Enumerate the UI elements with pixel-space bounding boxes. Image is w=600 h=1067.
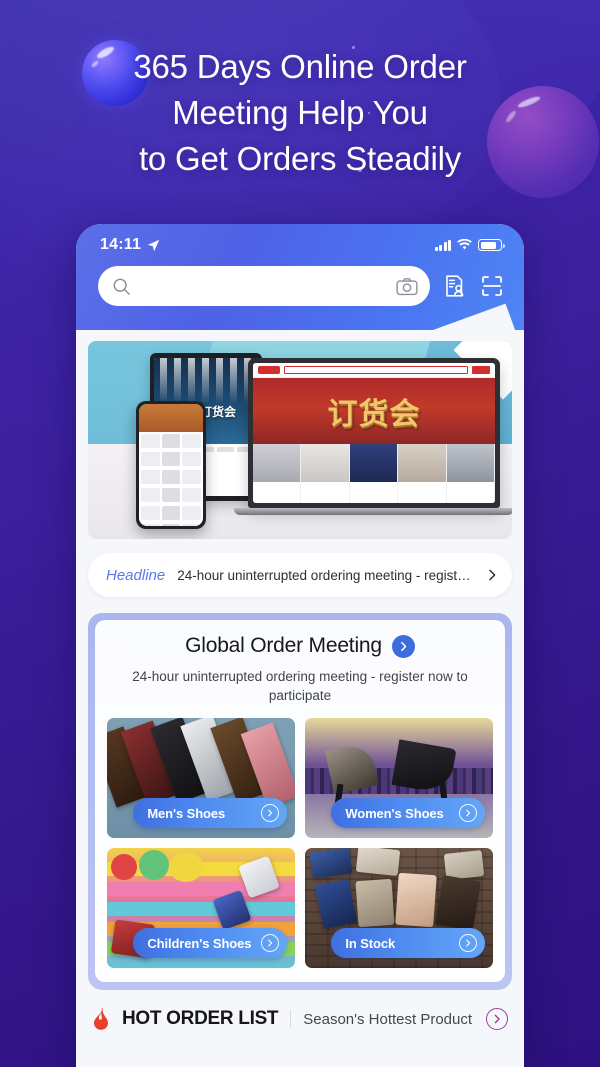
hero-banner[interactable]: 女鞋订货会 订货会: [88, 341, 512, 539]
global-order-meeting-section: Global Order Meeting 24-hour uninterrupt…: [88, 613, 512, 990]
category-label: In Stock: [345, 935, 396, 951]
signal-bars-icon: [434, 239, 451, 251]
hero-laptop-device: 订货会: [234, 358, 512, 515]
category-pill-mens-shoes[interactable]: Men's Shoes: [133, 798, 288, 828]
status-bar: 14:11: [76, 224, 524, 254]
headline-news-strip[interactable]: Headline 24-hour uninterrupted ordering …: [88, 553, 512, 597]
category-card-in-stock[interactable]: In Stock: [305, 848, 493, 968]
global-order-meeting-title: Global Order Meeting: [185, 634, 382, 657]
global-order-meeting-subtitle: 24-hour uninterrupted ordering meeting -…: [132, 669, 468, 703]
camera-icon[interactable]: [396, 277, 418, 296]
category-card-mens-shoes[interactable]: Men's Shoes: [107, 718, 295, 838]
category-pill-womens-shoes[interactable]: Women's Shoes: [331, 798, 486, 828]
headline-line-3: to Get Orders Steadily: [138, 140, 462, 177]
chevron-right-circle-icon[interactable]: [486, 1008, 508, 1030]
category-pill-childrens-shoes[interactable]: Children's Shoes: [133, 928, 288, 958]
status-time-group: 14:11: [100, 236, 160, 254]
scan-code-icon[interactable]: [480, 274, 504, 298]
headline-line-1: 365 Days Online Order: [133, 48, 467, 85]
category-card-childrens-shoes[interactable]: Children's Shoes: [107, 848, 295, 968]
hero-phone-device: [136, 401, 206, 529]
hero-laptop-headline: 订货会: [327, 397, 421, 432]
category-label: Women's Shoes: [345, 805, 444, 821]
category-pill-in-stock[interactable]: In Stock: [331, 928, 486, 958]
category-label: Children's Shoes: [147, 935, 252, 951]
contact-card-icon[interactable]: [443, 274, 467, 298]
wifi-icon: [457, 239, 472, 250]
headline-tag-label: Headline: [106, 566, 166, 584]
chevron-right-circle-icon[interactable]: [261, 934, 280, 952]
search-input[interactable]: [139, 278, 396, 294]
flame-icon: [94, 1008, 108, 1030]
status-icons-group: [434, 239, 505, 251]
chevron-right-circle-icon[interactable]: [391, 634, 415, 658]
location-arrow-icon: [147, 239, 160, 251]
divider: [290, 1010, 292, 1028]
global-order-meeting-title-row[interactable]: Global Order Meeting: [107, 634, 493, 658]
battery-icon: [478, 239, 505, 251]
phone-header: 14:11: [76, 224, 524, 330]
headline-line-2: Meeting Help You: [172, 94, 428, 131]
chevron-right-circle-icon[interactable]: [459, 934, 478, 952]
hot-order-list-subtitle: Season's Hottest Product: [303, 1010, 473, 1028]
search-icon: [113, 278, 130, 295]
status-time: 14:11: [100, 236, 142, 253]
category-card-womens-shoes[interactable]: Women's Shoes: [305, 718, 493, 838]
promo-page: 365 Days Online Order Meeting Help You t…: [0, 0, 600, 1067]
search-row: [76, 254, 524, 306]
page-headline: 365 Days Online Order Meeting Help You t…: [0, 44, 600, 182]
phone-mockup: 14:11 订货会 Headline 24-hour uninterrupted…: [76, 224, 524, 1067]
chevron-right-icon[interactable]: [486, 569, 498, 581]
chevron-right-circle-icon[interactable]: [261, 804, 280, 822]
category-label: Men's Shoes: [147, 805, 226, 821]
headline-news-text: 24-hour uninterrupted ordering meeting -…: [177, 567, 474, 583]
global-order-meeting-card: Global Order Meeting 24-hour uninterrupt…: [95, 620, 505, 982]
chevron-right-circle-icon[interactable]: [459, 804, 478, 822]
hot-order-list-header[interactable]: HOT ORDER LIST Season's Hottest Product: [76, 1008, 524, 1030]
category-card-grid: Men's Shoes Women's Shoes Children's Sho…: [107, 718, 493, 968]
hot-order-list-title: HOT ORDER LIST: [122, 1008, 279, 1029]
search-bar[interactable]: [98, 266, 430, 306]
